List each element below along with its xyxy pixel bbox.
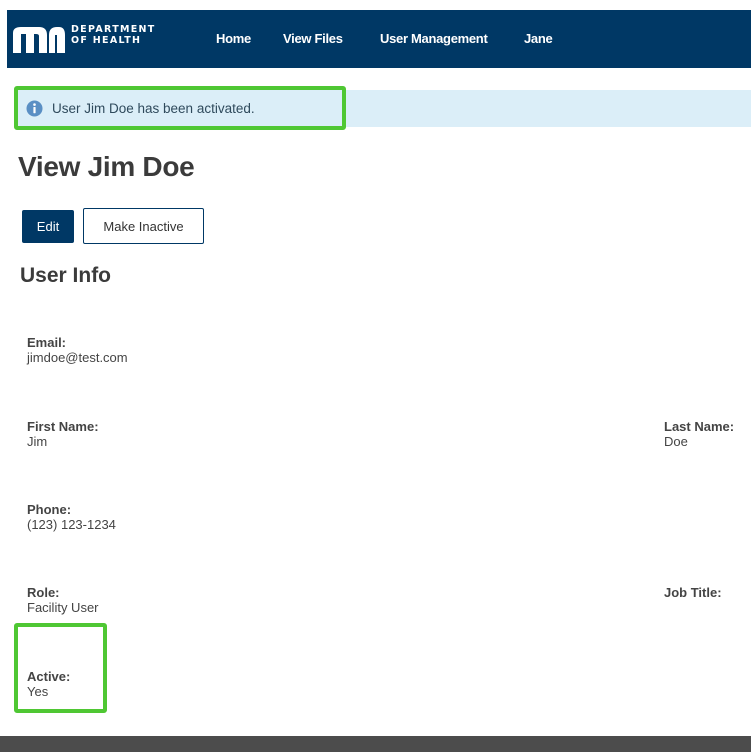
first-name-label: First Name:: [27, 419, 99, 434]
section-title-user-info: User Info: [20, 264, 112, 287]
nav-view-files-link[interactable]: View Files: [283, 31, 343, 46]
alert-highlight-box: [14, 86, 346, 130]
active-highlight-box: [14, 623, 107, 713]
logo-text: DEPARTMENT OF HEALTH: [71, 24, 156, 46]
last-name-label: Last Name:: [664, 419, 735, 434]
footer: [0, 736, 751, 752]
mn-health-logo[interactable]: DEPARTMENT OF HEALTH: [13, 24, 173, 54]
last-name-value: Doe: [664, 434, 688, 449]
phone-label: Phone:: [27, 502, 72, 517]
nav-user-management-link[interactable]: User Management: [380, 31, 488, 46]
page-title: View Jim Doe: [18, 151, 195, 182]
role-value: Facility User: [27, 600, 99, 615]
nav-home-link[interactable]: Home: [216, 31, 251, 46]
email-label: Email:: [27, 335, 67, 350]
role-label: Role:: [27, 585, 60, 600]
phone-value: (123) 123-1234: [27, 517, 116, 532]
email-value: jimdoe@test.com: [27, 350, 128, 365]
edit-button[interactable]: Edit: [22, 210, 74, 243]
nav-user-menu[interactable]: Jane: [524, 31, 553, 46]
job-title-label: Job Title:: [664, 585, 722, 600]
logo-line-2: OF HEALTH: [71, 35, 142, 46]
logo-line-1: DEPARTMENT: [71, 24, 156, 35]
navbar: DEPARTMENT OF HEALTH Home View Files Use…: [7, 10, 751, 68]
make-inactive-button[interactable]: Make Inactive: [83, 208, 204, 244]
mn-logo-mark-icon: [13, 27, 65, 53]
top-strip: [0, 0, 751, 10]
first-name-value: Jim: [27, 434, 48, 449]
